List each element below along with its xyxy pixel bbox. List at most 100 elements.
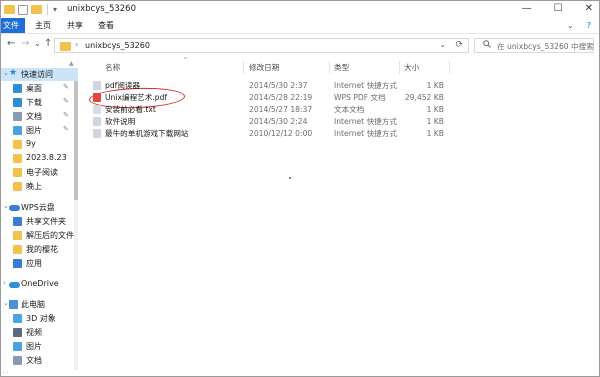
sidebar-item-6[interactable]: 2023.8.23 (1, 152, 78, 165)
sidebar-item-2[interactable]: 下载 ✎ (1, 96, 78, 109)
sidebar-item-12[interactable]: 我的樱花 (1, 243, 78, 256)
sidebar-item-label: 图片 (26, 342, 42, 351)
column-header-date[interactable]: 修改日期 (249, 62, 279, 74)
sidebar-item-8[interactable]: 晚上 (1, 180, 78, 193)
expand-ribbon-button[interactable]: ⌄ (567, 21, 574, 30)
tab-view[interactable]: 查看 (92, 18, 120, 33)
file-size: 29,452 KB (404, 93, 444, 102)
column-divider[interactable] (329, 61, 330, 74)
window-title: unixbcys_53260 (67, 4, 136, 14)
sidebar-item-13[interactable]: 应用 (1, 257, 78, 270)
app-icon (13, 259, 22, 268)
file-date: 2014/5/28 22:19 (249, 93, 313, 102)
breadcrumb-current[interactable]: unixbcys_53260 (85, 41, 150, 50)
sidebar-item-3[interactable]: 文档 ✎ (1, 110, 78, 123)
folder-icon (4, 5, 15, 14)
sidebar-item-label: 快速访问 (21, 70, 53, 79)
properties-icon[interactable] (18, 4, 28, 15)
sidebar-item-10[interactable]: 共享文件夹 (1, 215, 78, 228)
file-row[interactable]: Unix编程艺术.pdf 2014/5/28 22:19 WPS PDF 文档 29,… (89, 92, 449, 103)
scroll-up-icon[interactable]: ▲ (69, 60, 74, 67)
refresh-icon[interactable]: ⟳ (455, 40, 463, 50)
expand-chevron-icon[interactable]: ⌄ (3, 69, 9, 77)
help-button[interactable]: ? (587, 21, 591, 30)
sidebar-item-0[interactable]: ⌄ ★ 快速访问 (1, 68, 78, 81)
up-button[interactable]: ↑ (44, 38, 52, 49)
sidebar-item-label: 文档 (26, 356, 42, 365)
sidebar-item-7[interactable]: 电子阅读 (1, 166, 78, 179)
file-size: 1 KB (426, 105, 444, 114)
file-row[interactable]: 最牛的单机游戏下载网站 2010/12/12 0:00 Internet 快捷方式 1… (89, 128, 449, 139)
sidebar-item-label: 应用 (26, 259, 42, 268)
tab-file[interactable]: 文件 (1, 18, 25, 33)
search-input[interactable]: 在 unixbcys_53260 中搜索 (497, 41, 594, 52)
file-row[interactable]: 安装前必看.txt 2014/5/27 18:37 文本文档 1 KB (89, 104, 449, 115)
minimize-button[interactable]: — (522, 3, 532, 14)
folder-icon (13, 168, 22, 177)
sidebar-item-16[interactable]: 3D 对象 (1, 312, 78, 325)
sidebar-item-5[interactable]: 9y (1, 138, 78, 151)
sidebar-item-label: OneDrive (21, 279, 59, 288)
new-folder-icon[interactable] (31, 5, 42, 14)
column-divider[interactable] (399, 61, 400, 74)
sidebar-item-1[interactable]: 桌面 ✎ (1, 82, 78, 95)
sidebar-item-label: 图片 (26, 126, 42, 135)
file-type: Internet 快捷方式 (334, 129, 397, 138)
sidebar-item-15[interactable]: ⌄ 此电脑 (1, 298, 78, 311)
pin-icon[interactable]: ✎ (63, 111, 69, 119)
file-name: 安装前必看.txt (105, 105, 156, 114)
text-file-icon (93, 105, 101, 114)
sidebar-item-17[interactable]: 视频 (1, 326, 78, 339)
desktop-icon (13, 84, 22, 93)
picture-icon (13, 342, 22, 351)
column-header-size[interactable]: 大小 (404, 62, 419, 74)
sidebar-item-label: 3D 对象 (26, 314, 56, 323)
recent-locations-button[interactable]: ⌄ (34, 39, 41, 48)
tab-home[interactable]: 主页 (29, 18, 57, 33)
pin-icon[interactable]: ✎ (63, 97, 69, 105)
customize-toolbar-icon[interactable]: ▾ (53, 5, 57, 14)
expand-chevron-icon[interactable]: ⌄ (3, 202, 9, 210)
address-dropdown-icon[interactable]: ⌄ (439, 40, 446, 49)
link-icon (93, 129, 101, 138)
column-divider[interactable] (243, 61, 244, 74)
column-divider[interactable] (449, 61, 450, 74)
forward-button[interactable]: → (21, 38, 29, 49)
sidebar-item-19[interactable]: 文档 (1, 354, 78, 367)
sidebar-item-label: 此电脑 (21, 300, 45, 309)
back-button[interactable]: ← (7, 38, 15, 49)
address-bar[interactable]: › unixbcys_53260 ⌄ ⟳ (54, 38, 469, 53)
tab-share[interactable]: 共享 (61, 18, 89, 33)
link-icon (93, 81, 101, 90)
file-type: Internet 快捷方式 (334, 81, 397, 90)
file-row[interactable]: pdf阅读器 2014/5/30 2:37 Internet 快捷方式 1 KB (89, 80, 449, 91)
expand-chevron-icon[interactable]: ⌄ (3, 299, 9, 307)
file-name: pdf阅读器 (105, 81, 141, 90)
pin-icon[interactable]: ✎ (63, 83, 69, 91)
ribbon: 文件 主页 共享 查看 ⌄ ? (1, 18, 599, 34)
expand-chevron-icon[interactable]: › (3, 279, 6, 287)
folder-icon (13, 154, 22, 163)
column-header-name[interactable]: 名称 (105, 62, 120, 74)
video-icon (13, 328, 22, 337)
sidebar-item-14[interactable]: › OneDrive (1, 278, 78, 291)
file-size: 1 KB (426, 117, 444, 126)
file-name: 软件说明 (105, 117, 136, 126)
file-type: Internet 快捷方式 (334, 117, 397, 126)
mouse-cursor-dot (289, 177, 291, 179)
maximize-button[interactable]: ☐ (554, 3, 563, 14)
file-row[interactable]: 软件说明 2014/5/30 2:24 Internet 快捷方式 1 KB (89, 116, 449, 127)
sidebar-item-18[interactable]: 图片 (1, 340, 78, 353)
sidebar-item-4[interactable]: 图片 ✎ (1, 124, 78, 137)
sidebar-item-label: 视频 (26, 328, 42, 337)
pin-icon[interactable]: ✎ (63, 125, 69, 133)
breadcrumb-chevron-icon[interactable]: › (75, 40, 78, 49)
search-box[interactable]: 在 unixbcys_53260 中搜索 (474, 38, 594, 53)
file-type: 文本文档 (334, 105, 365, 114)
close-button[interactable]: ✕ (585, 3, 593, 14)
column-header-type[interactable]: 类型 (334, 62, 349, 74)
status-bar: · · (1, 370, 599, 376)
file-date: 2014/5/30 2:37 (249, 81, 308, 90)
sidebar-item-11[interactable]: 解压后的文件 (1, 229, 78, 242)
sidebar-item-9[interactable]: ⌄ WPS云盘 (1, 201, 78, 214)
